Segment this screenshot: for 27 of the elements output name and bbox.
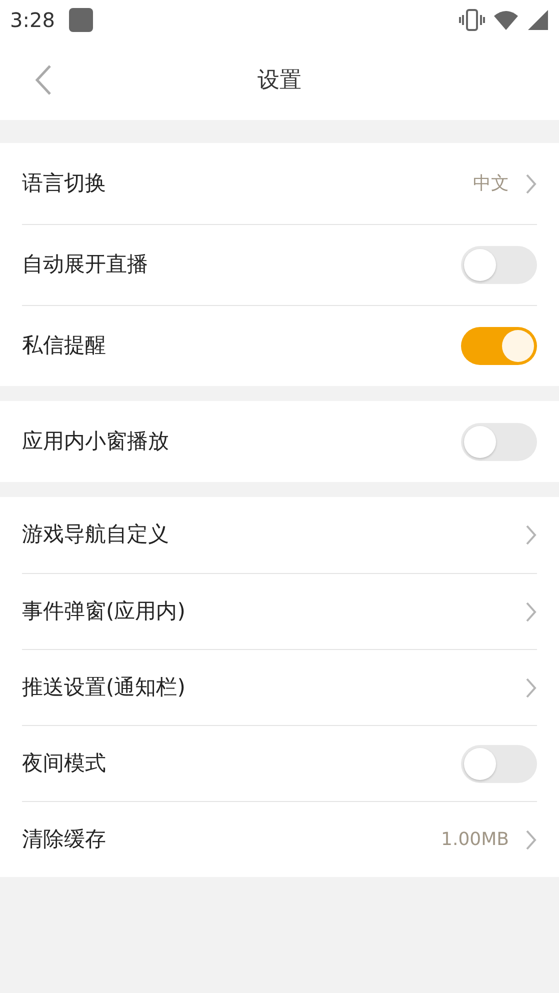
setting-label: 事件弹窗(应用内)	[22, 598, 186, 625]
wifi-icon	[493, 10, 519, 30]
chevron-right-icon	[525, 676, 537, 698]
signal-icon	[527, 9, 549, 31]
setting-label: 私信提醒	[22, 332, 106, 360]
vibrate-icon	[459, 9, 485, 31]
notification-icon	[68, 8, 93, 32]
toggle-switch[interactable]	[461, 327, 537, 365]
setting-label: 推送设置(通知栏)	[22, 674, 186, 701]
chevron-right-icon	[525, 172, 537, 194]
chevron-right-icon	[525, 828, 537, 850]
setting-label: 游戏导航自定义	[22, 521, 169, 548]
setting-label: 清除缓存	[22, 826, 106, 853]
toggle-switch[interactable]	[461, 246, 537, 284]
setting-value: 中文	[473, 172, 509, 196]
setting-label: 自动展开直播	[22, 251, 148, 278]
chevron-right-icon	[525, 524, 537, 546]
setting-label: 应用内小窗播放	[22, 428, 169, 455]
status-time: 3:28	[10, 7, 55, 34]
setting-value: 1.00MB	[441, 828, 509, 852]
toggle-switch[interactable]	[461, 744, 537, 782]
setting-label: 语言切换	[22, 170, 106, 197]
chevron-right-icon	[525, 600, 537, 622]
back-icon[interactable]	[34, 64, 52, 96]
page-title: 设置	[258, 66, 302, 94]
toggle-switch[interactable]	[461, 422, 537, 460]
setting-label: 夜间模式	[22, 750, 106, 777]
